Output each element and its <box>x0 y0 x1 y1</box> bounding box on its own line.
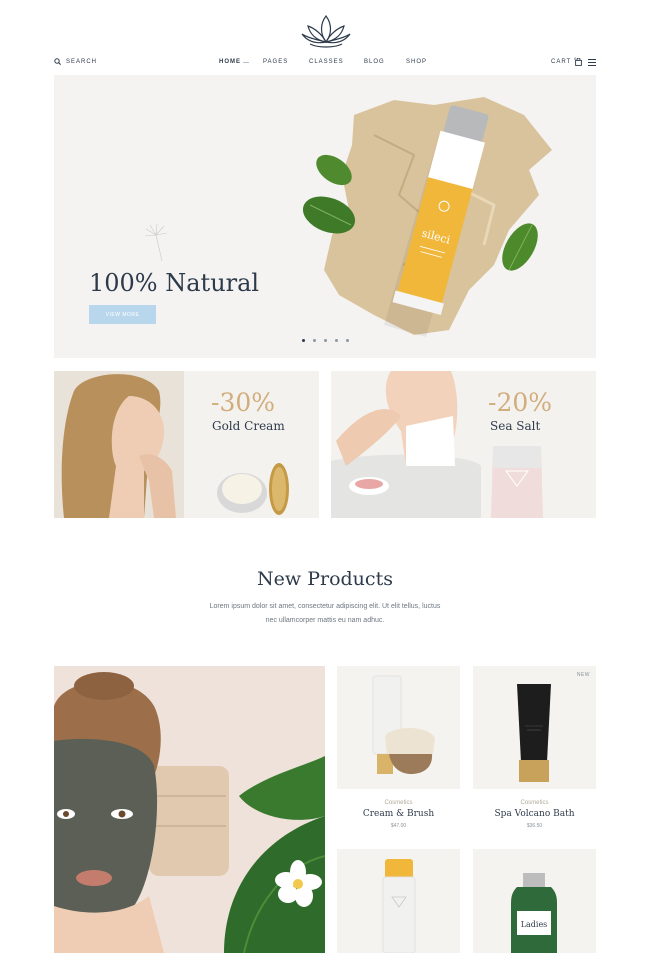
promo-title: Gold Cream <box>212 419 285 433</box>
promo-image-spa <box>331 371 596 518</box>
promo-title: Sea Salt <box>490 419 541 433</box>
promo-banner-sea-salt[interactable]: -20% Sea Salt <box>331 371 596 518</box>
promo-discount: -20% <box>488 388 553 417</box>
product-price: $36.50 <box>526 823 543 829</box>
hero-slider: sileci 100% Natural VIEW MORE <box>54 75 596 358</box>
search-trigger[interactable]: SEARCH <box>54 58 97 65</box>
product-card[interactable]: NEW <box>473 666 596 789</box>
bottle-label: Ladies <box>521 920 548 929</box>
featured-image-face-mask <box>54 666 325 953</box>
hamburger-menu-icon[interactable] <box>588 59 596 66</box>
nav-item-pages[interactable]: PAGES <box>263 59 288 65</box>
search-label: SEARCH <box>66 58 98 65</box>
product-image-spa-volcano-bath <box>517 684 551 782</box>
hero-title: 100% Natural <box>89 269 260 297</box>
cart-link[interactable]: CART <box>551 58 583 66</box>
product-category: Cosmetics <box>384 800 413 806</box>
product-category: Cosmetics <box>520 800 549 806</box>
cart-label: CART <box>551 59 572 65</box>
product-meta: Cosmetics Cream & Brush $47.00 <box>337 800 460 829</box>
new-products-description: Lorem ipsum dolor sit amet, consectetur … <box>185 600 465 628</box>
product-image-cream-brush <box>372 675 435 774</box>
slider-dot[interactable] <box>335 339 338 342</box>
promo-discount: -30% <box>211 388 276 417</box>
lotus-logo-icon[interactable] <box>300 12 352 50</box>
promo-banner-gold-cream[interactable]: -30% Gold Cream <box>54 371 319 518</box>
promo-image-woman <box>54 371 289 518</box>
product-card[interactable]: Ladies <box>473 849 596 953</box>
product-card[interactable] <box>337 666 460 789</box>
slider-dots <box>302 339 349 342</box>
slider-dot[interactable] <box>346 339 349 342</box>
cart-count-badge: 0 <box>574 56 577 61</box>
product-name[interactable]: Cream & Brush <box>337 809 460 819</box>
product-image-ladies-bottle: Ladies <box>511 873 557 953</box>
slider-dot[interactable] <box>313 339 316 342</box>
nav-item-classes[interactable]: CLASSES <box>309 59 344 65</box>
product-image-bottle-yellow-cap <box>382 859 416 953</box>
search-icon <box>54 58 61 65</box>
new-products-heading: New Products <box>257 568 393 590</box>
slider-dot[interactable] <box>324 339 327 342</box>
view-more-button[interactable]: VIEW MORE <box>89 305 156 324</box>
product-meta: Cosmetics Spa Volcano Bath $36.50 <box>473 800 596 829</box>
product-card[interactable] <box>337 849 460 953</box>
slider-dot[interactable] <box>302 339 305 342</box>
product-price: $47.00 <box>390 823 407 829</box>
nav-item-blog[interactable]: BLOG <box>364 59 385 65</box>
nav-item-shop[interactable]: SHOP <box>406 59 427 65</box>
description-line: nec ullamcorper mattis eu nam adhuc. <box>265 617 385 624</box>
new-badge: NEW <box>576 672 590 678</box>
nav-item-home[interactable]: HOME <box>219 59 249 65</box>
description-line: Lorem ipsum dolor sit amet, consectetur … <box>209 603 441 610</box>
shopping-bag-icon <box>575 58 583 66</box>
product-name[interactable]: Spa Volcano Bath <box>473 809 596 819</box>
